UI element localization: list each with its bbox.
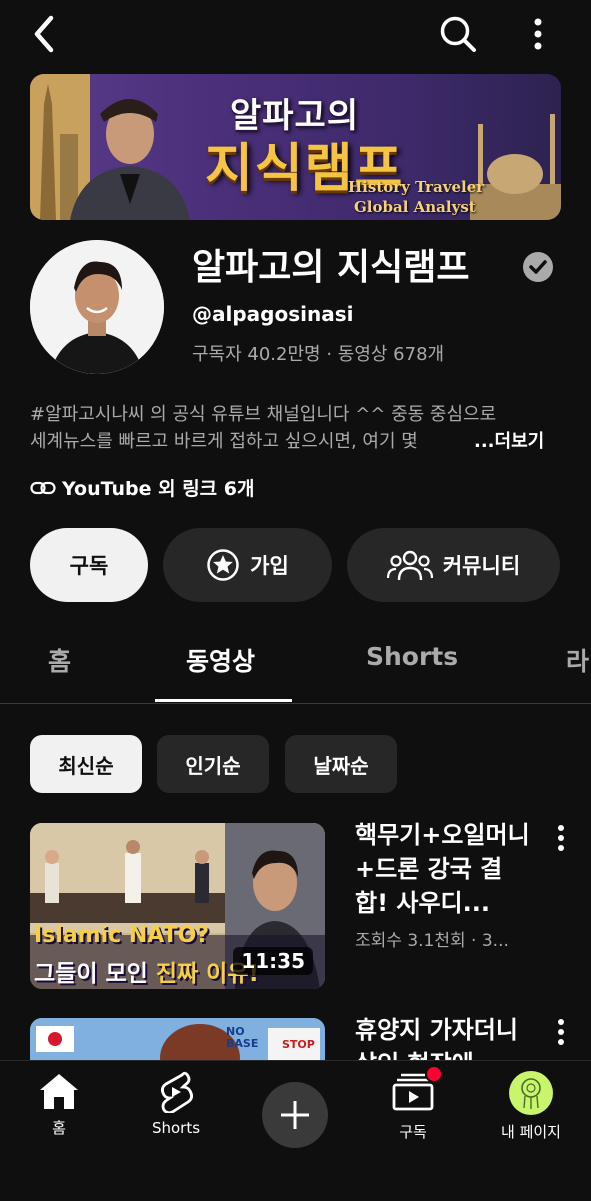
home-icon bbox=[40, 1074, 78, 1109]
banner-subtitle-line1: History Traveler bbox=[348, 178, 485, 196]
more-options-button[interactable] bbox=[516, 12, 560, 56]
subscribe-button[interactable]: 구독 bbox=[30, 528, 148, 602]
search-button[interactable] bbox=[434, 12, 482, 56]
nav-shorts[interactable]: Shorts bbox=[121, 1071, 231, 1137]
video-more-button[interactable] bbox=[546, 824, 576, 860]
search-icon bbox=[440, 16, 476, 52]
tab-home[interactable]: 홈 bbox=[48, 642, 71, 678]
video-duration: 11:35 bbox=[233, 947, 313, 975]
chip-oldest[interactable]: 날짜순 bbox=[285, 735, 397, 793]
people-icon bbox=[386, 550, 433, 581]
nav-subscriptions-label: 구독 bbox=[399, 1123, 427, 1141]
thumbnail-text-white: 그들이 모인 bbox=[34, 961, 156, 987]
nav-my-page-label: 내 페이지 bbox=[501, 1123, 561, 1141]
channel-description-line2[interactable]: 세계뉴스를 빠르고 바르게 접하고 싶으시면, 여기 몇 bbox=[30, 427, 470, 453]
chevron-left-icon bbox=[34, 15, 54, 53]
bottom-navigation: 홈 Shorts 구독 내 페이지 bbox=[0, 1060, 591, 1201]
nav-my-page[interactable]: 내 페이지 bbox=[476, 1071, 586, 1142]
more-vert-icon bbox=[558, 1019, 564, 1045]
nav-subscriptions[interactable]: 구독 bbox=[358, 1065, 468, 1142]
community-label: 커뮤니티 bbox=[442, 554, 521, 578]
avatar-portrait bbox=[30, 240, 164, 374]
nav-shorts-label: Shorts bbox=[151, 1119, 201, 1137]
join-label: 가입 bbox=[250, 554, 289, 578]
plus-icon bbox=[281, 1101, 309, 1129]
more-description-link[interactable]: ...더보기 bbox=[474, 427, 544, 453]
nav-home[interactable]: 홈 bbox=[4, 1071, 114, 1138]
star-badge-icon bbox=[207, 549, 239, 581]
tab-live[interactable]: 라 bbox=[566, 642, 589, 678]
subscribe-label: 구독 bbox=[69, 554, 109, 578]
community-button[interactable]: 커뮤니티 bbox=[347, 528, 560, 602]
my-avatar bbox=[509, 1071, 553, 1115]
shorts-icon bbox=[161, 1071, 193, 1113]
active-tab-indicator bbox=[155, 699, 292, 702]
dreamcatcher-icon bbox=[521, 1078, 541, 1109]
channel-name: 알파고의 지식램프 bbox=[192, 247, 470, 288]
verified-check-icon bbox=[522, 251, 554, 283]
chip-latest[interactable]: 최신순 bbox=[30, 735, 142, 793]
create-button[interactable] bbox=[262, 1082, 328, 1148]
banner-subtitle-line2: Global Analyst bbox=[354, 198, 476, 216]
tab-divider bbox=[0, 703, 591, 704]
channel-avatar[interactable] bbox=[30, 240, 164, 374]
back-button[interactable] bbox=[22, 12, 66, 56]
thumbnail-sign-2: STOP bbox=[282, 1038, 315, 1051]
link-icon bbox=[30, 481, 56, 494]
tab-shorts[interactable]: Shorts bbox=[366, 642, 458, 671]
tab-videos[interactable]: 동영상 bbox=[186, 642, 255, 678]
video-thumbnail[interactable]: Islamic NATO? 그들이 모인 진짜 이유! 11:35 bbox=[30, 823, 325, 989]
more-vert-icon bbox=[534, 18, 542, 50]
thumbnail-text-line2: 그들이 모인 진짜 이유! bbox=[34, 954, 259, 988]
video-more-button[interactable] bbox=[546, 1018, 576, 1054]
notification-dot bbox=[425, 1065, 443, 1083]
channel-links-label: YouTube 외 링크 6개 bbox=[62, 478, 255, 500]
channel-stats: 구독자 40.2만명 · 동영상 678개 bbox=[192, 344, 445, 365]
channel-banner: 알파고의 지식램프 History Traveler Global Analys… bbox=[30, 74, 561, 220]
thumbnail-sign-1: NO BASE bbox=[226, 1025, 259, 1050]
video-title[interactable]: 핵무기+오일머니+드론 강국 결합! 사우디... bbox=[355, 818, 535, 920]
video-meta: 조회수 3.1천회 · 3... bbox=[355, 931, 509, 951]
thumbnail-text-line1: Islamic NATO? bbox=[34, 923, 210, 948]
nav-home-label: 홈 bbox=[52, 1119, 66, 1137]
channel-description-line1[interactable]: #알파고시나씨 의 공식 유튜브 채널입니다 ^^ 중동 중심으로 bbox=[30, 400, 496, 426]
subscriptions-icon-wrap bbox=[391, 1065, 443, 1115]
channel-links[interactable]: YouTube 외 링크 6개 bbox=[30, 474, 254, 501]
join-button[interactable]: 가입 bbox=[163, 528, 332, 602]
more-vert-icon bbox=[558, 825, 564, 851]
chip-popular[interactable]: 인기순 bbox=[157, 735, 269, 793]
channel-handle: @alpagosinasi bbox=[192, 302, 354, 326]
